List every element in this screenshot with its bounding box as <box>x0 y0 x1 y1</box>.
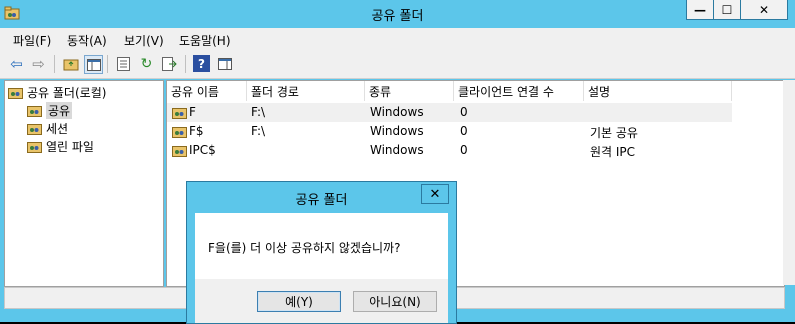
column-header-share-name[interactable]: 공유 이름 <box>167 81 247 101</box>
table-row[interactable]: IPC$ Windows 0 원격 IPC <box>167 141 732 160</box>
dialog-body: F을(를) 더 이상 공유하지 않겠습니까? <box>195 213 448 279</box>
toolbar-separator <box>54 55 55 73</box>
dialog-title: 공유 폴더 <box>295 193 348 208</box>
console-tree-icon[interactable] <box>84 55 103 74</box>
main-window: 공유 폴더 — ☐ ✕ 파일(F) 동작(A) 보기(V) 도움말(H) ⇦ ⇨… <box>0 0 795 324</box>
share-icon <box>172 127 187 138</box>
tree-label: 세션 <box>46 121 69 136</box>
client-count: 0 <box>460 124 468 138</box>
share-description: 기본 공유 <box>590 126 638 140</box>
vertical-scrollbar[interactable] <box>783 80 795 285</box>
tree-item-shares[interactable]: 공유 <box>27 101 73 119</box>
table-row[interactable]: F$ F:\ Windows 0 기본 공유 <box>167 122 732 141</box>
menu-action[interactable]: 동작(A) <box>67 32 107 49</box>
client-count: 0 <box>460 105 468 119</box>
share-type: Windows <box>370 143 424 157</box>
back-arrow-icon[interactable]: ⇦ <box>8 55 25 73</box>
tree-label: 공유 폴더(로컬) <box>27 85 107 100</box>
minimize-button[interactable]: — <box>686 0 714 20</box>
no-button[interactable]: 아니요(N) <box>353 291 437 312</box>
menu-help[interactable]: 도움말(H) <box>179 32 231 49</box>
share-name: IPC$ <box>189 143 216 157</box>
tree-label: 열린 파일 <box>46 139 94 154</box>
toolbar-separator <box>185 55 186 73</box>
share-type: Windows <box>370 124 424 138</box>
shared-folder-icon <box>27 141 42 153</box>
share-icon <box>172 108 187 119</box>
maximize-button[interactable]: ☐ <box>713 0 741 20</box>
tree-item-root[interactable]: 공유 폴더(로컬) <box>8 83 106 101</box>
tree-label: 공유 <box>46 101 73 119</box>
share-icon <box>172 146 187 157</box>
menu-bar: 파일(F) 동작(A) 보기(V) 도움말(H) <box>0 28 795 50</box>
export-list-icon[interactable] <box>161 55 178 72</box>
share-description: 원격 IPC <box>590 145 636 159</box>
tree-item-sessions[interactable]: 세션 <box>27 119 68 137</box>
toolbar: ⇦ ⇨ ↻ ? <box>0 50 795 79</box>
share-name: F$ <box>189 124 204 138</box>
close-button[interactable]: ✕ <box>740 0 788 20</box>
up-folder-icon[interactable] <box>62 55 79 72</box>
dialog-message: F을(를) 더 이상 공유하지 않겠습니까? <box>208 241 401 255</box>
menu-file[interactable]: 파일(F) <box>13 32 51 49</box>
column-header-folder-path[interactable]: 폴더 경로 <box>247 81 365 101</box>
dialog-footer: 예(Y) 아니요(N) <box>195 279 448 323</box>
dialog-close-button[interactable]: ✕ <box>421 184 449 204</box>
column-header-description[interactable]: 설명 <box>584 81 732 101</box>
folder-path: F:\ <box>251 105 266 119</box>
column-header-client-connections[interactable]: 클라이언트 연결 수 <box>454 81 584 101</box>
folder-path: F:\ <box>251 124 266 138</box>
properties-icon[interactable] <box>115 55 132 72</box>
forward-arrow-icon[interactable]: ⇨ <box>30 55 47 73</box>
client-count: 0 <box>460 143 468 157</box>
help-icon[interactable]: ? <box>193 55 210 72</box>
share-name: F <box>189 105 196 119</box>
console-tree: 공유 폴더(로컬) 공유 세션 열린 파일 <box>4 80 164 287</box>
column-header-type[interactable]: 종류 <box>365 81 454 101</box>
menu-view[interactable]: 보기(V) <box>124 32 164 49</box>
tree-item-open-files[interactable]: 열린 파일 <box>27 137 94 155</box>
action-pane-icon[interactable] <box>216 55 233 72</box>
yes-button[interactable]: 예(Y) <box>257 291 341 312</box>
toolbar-separator <box>107 55 108 73</box>
table-row[interactable]: F F:\ Windows 0 <box>167 103 732 122</box>
share-type: Windows <box>370 105 424 119</box>
refresh-icon[interactable]: ↻ <box>138 55 155 72</box>
confirm-dialog: 공유 폴더 ✕ F을(를) 더 이상 공유하지 않겠습니까? 예(Y) 아니요(… <box>186 181 457 324</box>
shared-folder-icon <box>27 123 42 135</box>
title-bar[interactable]: 공유 폴더 — ☐ ✕ <box>0 0 795 28</box>
shared-folder-icon <box>27 105 42 117</box>
window-title: 공유 폴더 <box>371 9 424 24</box>
shared-folder-icon <box>8 87 23 99</box>
